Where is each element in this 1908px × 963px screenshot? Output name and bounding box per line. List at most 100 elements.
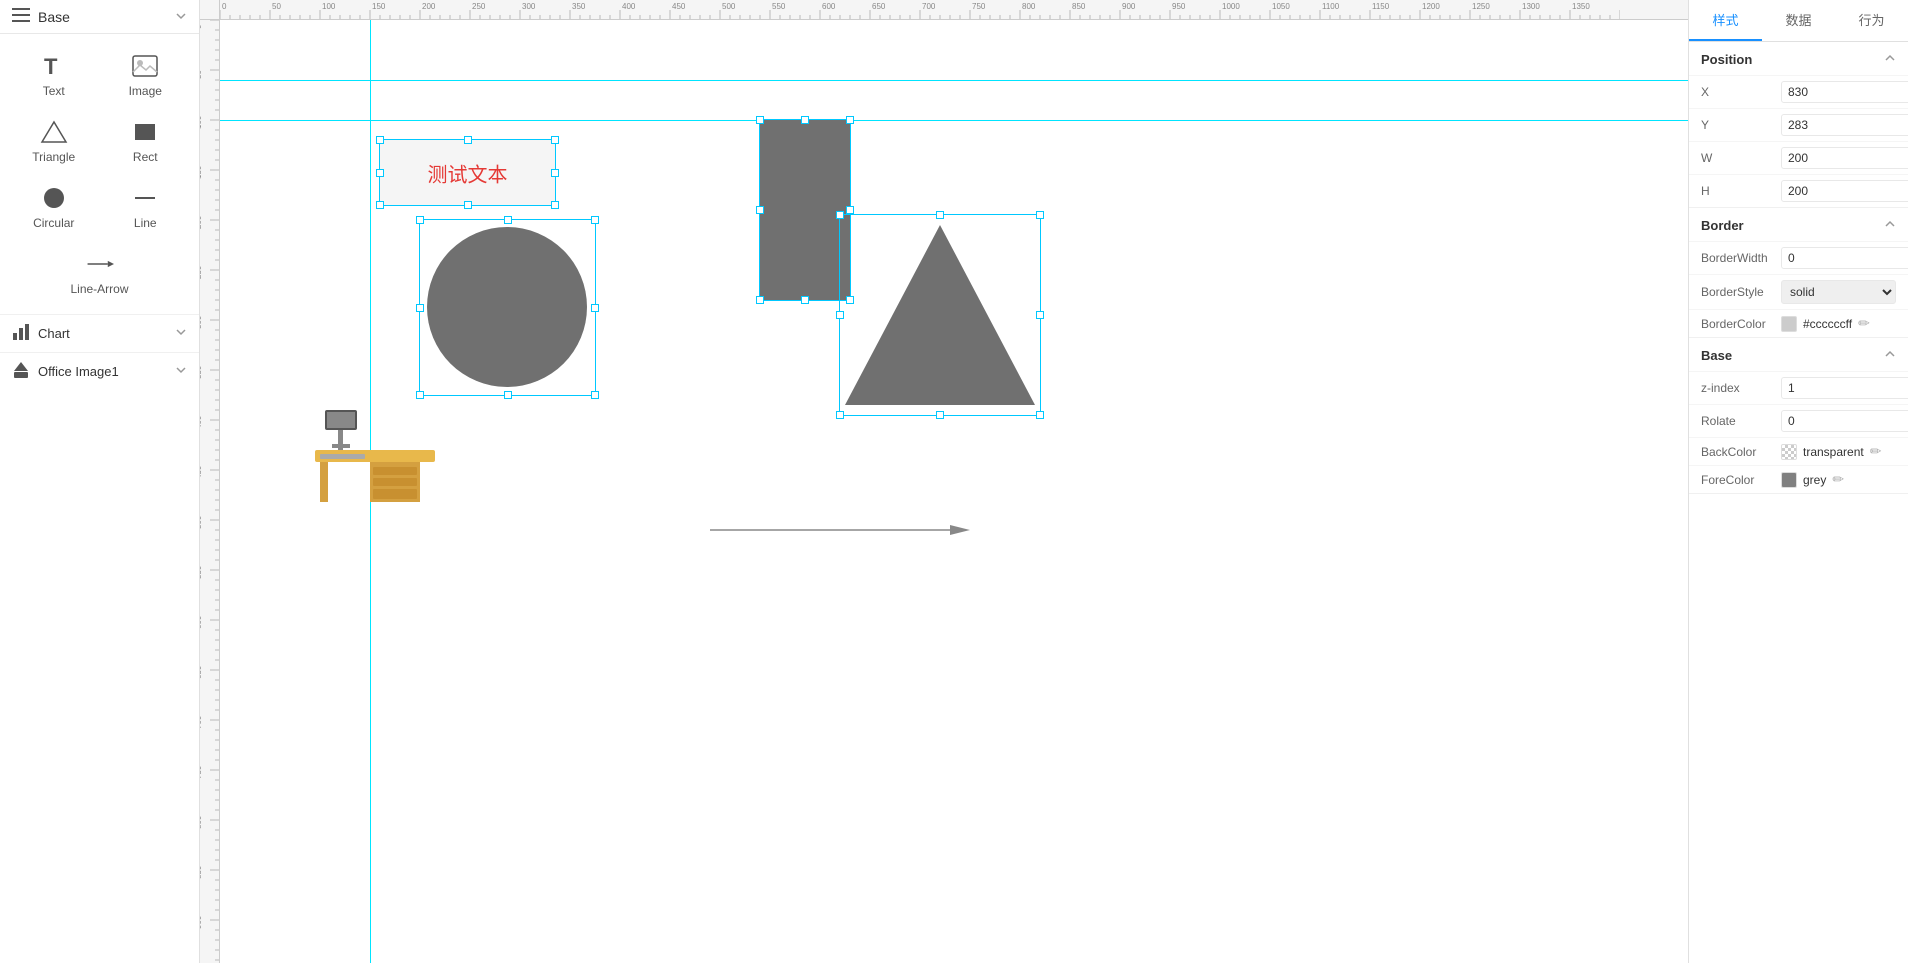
prop-x-row: X px [1689,75,1908,108]
rect-tool[interactable]: Rect [102,110,190,172]
base-props-header: Base [1689,338,1908,371]
rect-tool-label: Rect [133,150,158,164]
text-content: 测试文本 [428,158,508,187]
position-collapse-icon[interactable] [1884,52,1896,67]
sidebar-collapse-icon[interactable] [175,9,187,25]
triangle-tool[interactable]: Triangle [10,110,98,172]
svg-text:1250: 1250 [1472,2,1490,11]
border-section-header: Border [1689,208,1908,241]
base-props-collapse-icon[interactable] [1884,348,1896,363]
triangle-element[interactable] [840,215,1040,415]
tab-behavior[interactable]: 行为 [1835,0,1908,41]
rect-element[interactable] [760,120,850,300]
backcolor-edit-icon[interactable]: ✏ [1870,443,1882,460]
svg-text:900: 900 [200,915,203,929]
forecolor-edit-icon[interactable]: ✏ [1832,471,1844,488]
image-tool[interactable]: Image [102,44,190,106]
rotate-input[interactable] [1781,410,1908,432]
prop-y-input[interactable] [1781,114,1908,136]
forecolor-wrap: grey ✏ [1781,471,1896,488]
border-collapse-icon[interactable] [1884,218,1896,233]
canvas-paper[interactable]: 测试文本 [220,20,1688,963]
line-icon [131,184,159,212]
border-color-edit-icon[interactable]: ✏ [1858,315,1870,332]
image-icon [131,52,159,80]
forecolor-swatch[interactable] [1781,472,1797,488]
prop-w-input[interactable] [1781,147,1908,169]
triangle-icon [40,118,68,146]
svg-text:0: 0 [200,24,203,29]
rect-icon [131,118,159,146]
border-title: Border [1701,218,1744,233]
svg-text:650: 650 [200,665,203,679]
svg-text:200: 200 [422,2,436,11]
backcolor-swatch[interactable] [1781,444,1797,460]
line-arrow-tool[interactable]: Line-Arrow [10,242,189,304]
svg-text:750: 750 [200,765,203,779]
rect-svg [760,120,850,300]
image-tool-label: Image [129,84,162,98]
svg-text:550: 550 [200,565,203,579]
text-element[interactable]: 测试文本 [380,140,555,205]
svg-text:1300: 1300 [1522,2,1540,11]
border-style-select[interactable]: solid dashed dotted [1781,280,1896,304]
prop-w-row: W px [1689,141,1908,174]
sidebar-base-label: Base [38,9,70,25]
guide-line-horizontal-2 [220,120,1688,121]
svg-text:950: 950 [1172,2,1186,11]
svg-text:300: 300 [200,315,203,329]
border-color-row: BorderColor #ccccccff ✏ [1689,309,1908,337]
line-tool[interactable]: Line [102,176,190,238]
right-tabs: 样式 数据 行为 [1689,0,1908,42]
svg-text:450: 450 [200,465,203,479]
chart-section[interactable]: Chart [0,314,199,352]
text-tool-label: Text [43,84,65,98]
border-color-swatch[interactable] [1781,316,1797,332]
svg-text:800: 800 [1022,2,1036,11]
border-style-label: BorderStyle [1701,285,1781,299]
circle-element[interactable] [420,220,595,395]
prop-h-input[interactable] [1781,180,1908,202]
arrow-element[interactable] [710,520,970,540]
canvas-area[interactable]: 0501001502002503003504004505005506006507… [200,0,1688,963]
tab-style[interactable]: 样式 [1689,0,1762,41]
forecolor-value: grey [1803,473,1826,487]
svg-text:200: 200 [200,215,203,229]
border-width-input[interactable] [1781,247,1908,269]
office-image-section[interactable]: Office Image1 [0,352,199,390]
svg-text:600: 600 [200,615,203,629]
prop-w-label: W [1701,151,1781,165]
rotate-row: Rolate deg [1689,404,1908,437]
position-section: Position X px Y px W px [1689,42,1908,208]
tab-data[interactable]: 数据 [1762,0,1835,41]
zindex-input[interactable] [1781,377,1908,399]
ruler-corner [200,0,220,20]
svg-text:550: 550 [772,2,786,11]
ruler-left: 0501001502002503003504004505005506006507… [200,20,220,963]
svg-text:850: 850 [200,865,203,879]
svg-text:450: 450 [672,2,686,11]
border-width-row: BorderWidth px [1689,241,1908,274]
arrow-svg [710,520,970,540]
chart-section-label: Chart [38,326,70,341]
prop-y-label: Y [1701,118,1781,132]
furniture-element[interactable] [310,400,440,520]
prop-x-input[interactable] [1781,81,1908,103]
svg-text:100: 100 [322,2,336,11]
line-arrow-icon [86,250,114,278]
svg-text:400: 400 [622,2,636,11]
tool-grid: T Text Image Triangle [0,34,199,314]
office-image-label: Office Image1 [38,364,119,379]
prop-y-row: Y px [1689,108,1908,141]
border-style-row: BorderStyle solid dashed dotted [1689,274,1908,309]
text-icon: T [40,52,68,80]
svg-text:700: 700 [922,2,936,11]
base-props-section: Base z-index Rolate deg BackColor transp… [1689,338,1908,494]
svg-text:600: 600 [822,2,836,11]
circular-tool[interactable]: Circular [10,176,98,238]
zindex-label: z-index [1701,381,1781,395]
backcolor-value: transparent [1803,445,1864,459]
text-tool[interactable]: T Text [10,44,98,106]
zindex-row: z-index [1689,371,1908,404]
furniture-svg [310,400,440,520]
